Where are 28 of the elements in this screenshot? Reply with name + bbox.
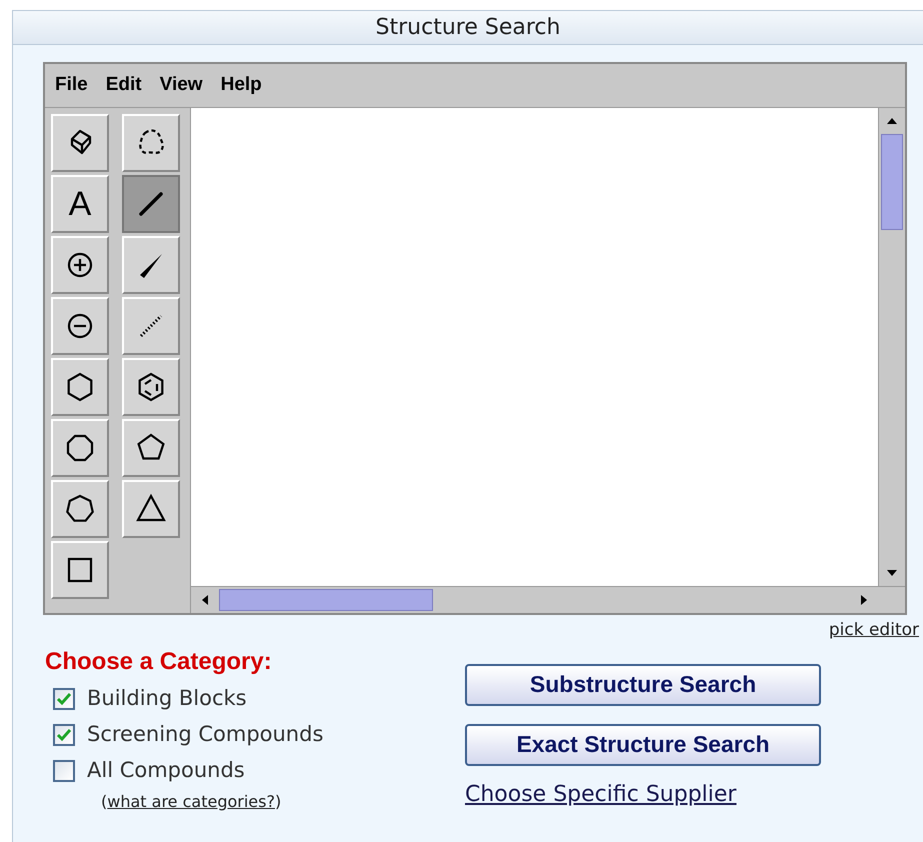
supplier-link[interactable]: Choose Specific Supplier — [465, 778, 821, 810]
categories-help-note: (what are categories?) — [101, 790, 282, 812]
text-tool-button[interactable]: A — [51, 175, 109, 233]
checkbox-label: Building Blocks — [87, 684, 247, 712]
vertical-scrollbar[interactable] — [878, 108, 905, 586]
up-arrow-icon[interactable] — [886, 117, 898, 125]
checkbox[interactable] — [53, 724, 75, 746]
right-arrow-icon[interactable] — [860, 594, 868, 606]
menu-item[interactable]: View — [160, 71, 203, 100]
tool-button[interactable] — [122, 175, 180, 233]
checkbox-label: Screening Compounds — [87, 720, 324, 748]
panel-title: Structure Search — [13, 11, 923, 45]
categories-link[interactable]: what are categories? — [107, 792, 275, 810]
menu-item[interactable]: Edit — [106, 71, 142, 100]
scrollbar-thumb[interactable] — [881, 134, 903, 230]
scrollbar-thumb[interactable] — [219, 589, 433, 611]
checkbox[interactable] — [53, 760, 75, 782]
horizontal-scrollbar[interactable] — [191, 586, 905, 613]
menu-item[interactable]: File — [55, 71, 88, 100]
checkbox[interactable] — [53, 688, 75, 710]
down-arrow-icon[interactable] — [886, 569, 898, 577]
menu-item[interactable]: Help — [220, 71, 262, 100]
search-button[interactable]: Exact Structure Search — [465, 724, 821, 766]
checkbox-label: All Compounds — [87, 756, 245, 784]
category-heading: Choose a Category: — [45, 646, 273, 676]
search-button[interactable]: Substructure Search — [465, 664, 821, 706]
left-arrow-icon[interactable] — [201, 594, 209, 606]
pick-editor-link[interactable]: pick editor — [828, 618, 919, 644]
